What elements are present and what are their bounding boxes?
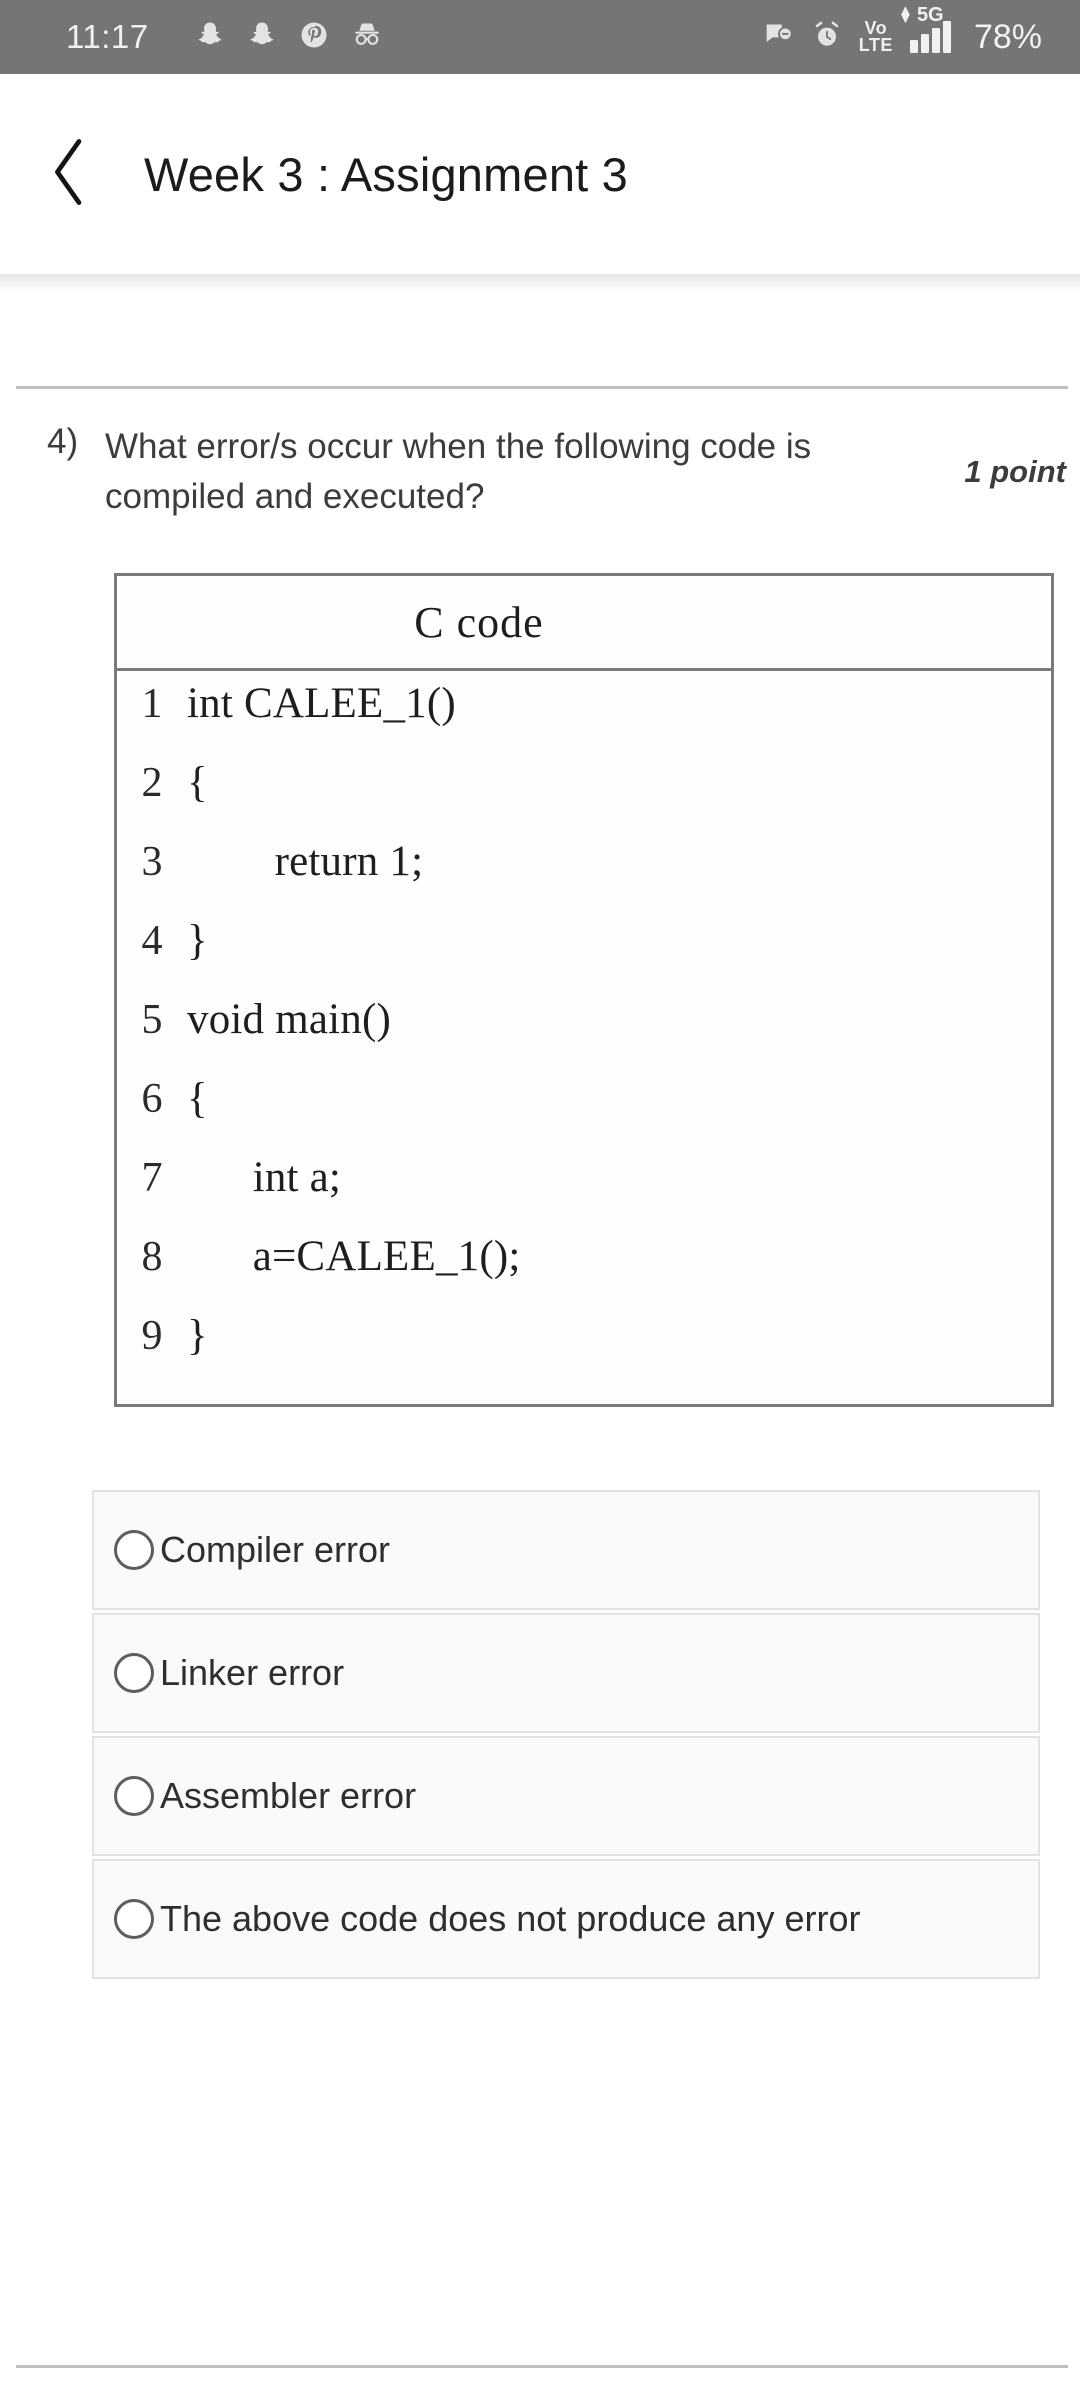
- code-line-source: }: [187, 1312, 208, 1359]
- page-title: Week 3 : Assignment 3: [144, 147, 629, 201]
- divider-bottom: [16, 2365, 1068, 2368]
- status-left-icons: [195, 20, 383, 55]
- code-line-source: {: [187, 1075, 208, 1122]
- code-line: 1 int CALEE_1(): [117, 679, 1051, 758]
- code-line: 6 {: [117, 1074, 1051, 1153]
- option-no-error[interactable]: The above code does not produce any erro…: [92, 1859, 1040, 1979]
- radio-button[interactable]: [114, 1899, 154, 1939]
- code-line: 3 return 1;: [117, 837, 1051, 916]
- pinterest-icon: [299, 20, 329, 55]
- divider-top: [16, 386, 1068, 389]
- code-line-source: int a;: [187, 1154, 342, 1201]
- code-line-source: }: [187, 917, 208, 964]
- alarm-icon: [812, 20, 842, 55]
- code-line: 2 {: [117, 758, 1051, 837]
- code-line-number: 9: [141, 1313, 163, 1359]
- incognito-icon: [351, 20, 383, 55]
- status-bar: 11:17 Vo LTE ▲ ▼ 5G 78%: [0, 0, 1080, 74]
- network-type-label: 5G: [916, 4, 944, 26]
- option-assembler-error[interactable]: Assembler error: [92, 1736, 1040, 1856]
- battery-percentage: 78%: [973, 17, 1042, 56]
- question-number: 4): [47, 422, 79, 461]
- code-line-source: {: [187, 759, 208, 806]
- code-line-number: 8: [141, 1234, 163, 1280]
- option-label: The above code does not produce any erro…: [160, 1898, 861, 1939]
- code-line-source: return 1;: [187, 838, 424, 885]
- data-arrows-icon: ▲ ▼: [897, 2, 913, 27]
- code-line-source: void main(): [187, 996, 392, 1043]
- back-button[interactable]: [22, 136, 118, 213]
- code-block-header-label: C code: [414, 597, 544, 647]
- app-bar-shadow: [0, 274, 1080, 292]
- code-line-number: 1: [141, 681, 163, 727]
- option-compiler-error[interactable]: Compiler error: [92, 1490, 1040, 1610]
- code-block-header: C code: [117, 576, 1051, 671]
- question-text: What error/s occur when the following co…: [105, 427, 812, 516]
- code-line: 8 a=CALEE_1();: [117, 1232, 1051, 1311]
- code-line-number: 2: [141, 760, 163, 806]
- question-points: 1 point: [964, 454, 1066, 489]
- question-content: 4) What error/s occur when the following…: [0, 292, 1080, 2400]
- snapchat-icon: [195, 20, 225, 55]
- status-time: 11:17: [66, 18, 149, 55]
- app-bar: Week 3 : Assignment 3: [0, 74, 1080, 274]
- code-line-source: int CALEE_1(): [187, 680, 456, 727]
- option-label: Assembler error: [160, 1775, 417, 1816]
- code-block: C code 1 int CALEE_1() 2 { 3 return 1; 4…: [114, 573, 1054, 1407]
- radio-button[interactable]: [114, 1653, 154, 1693]
- code-line-number: 6: [141, 1076, 163, 1122]
- option-linker-error[interactable]: Linker error: [92, 1613, 1040, 1733]
- chat-muted-icon: [764, 21, 795, 54]
- code-line: 4 }: [117, 916, 1051, 995]
- option-label: Compiler error: [160, 1529, 391, 1570]
- code-line-number: 3: [141, 839, 163, 885]
- code-line-number: 5: [141, 997, 163, 1043]
- volte-icon: Vo LTE: [858, 18, 893, 55]
- code-line: 5 void main(): [117, 995, 1051, 1074]
- radio-button[interactable]: [114, 1776, 154, 1816]
- snapchat-icon: [247, 20, 277, 55]
- status-right-icons: Vo LTE ▲ ▼ 5G 78%: [764, 3, 1042, 57]
- code-line: 7 int a;: [117, 1153, 1051, 1232]
- radio-button[interactable]: [114, 1530, 154, 1570]
- code-line: 9 }: [117, 1311, 1051, 1390]
- answer-options: Compiler error Linker error Assembler er…: [92, 1490, 1040, 1982]
- code-line-number: 4: [141, 918, 163, 964]
- code-block-body: 1 int CALEE_1() 2 { 3 return 1; 4 } 5 vo…: [117, 671, 1051, 1404]
- chevron-left-icon: [48, 136, 92, 213]
- option-label: Linker error: [160, 1652, 345, 1693]
- code-line-source: a=CALEE_1();: [187, 1233, 521, 1280]
- code-line-number: 7: [141, 1155, 163, 1201]
- signal-5g-icon: ▲ ▼ 5G: [898, 3, 951, 53]
